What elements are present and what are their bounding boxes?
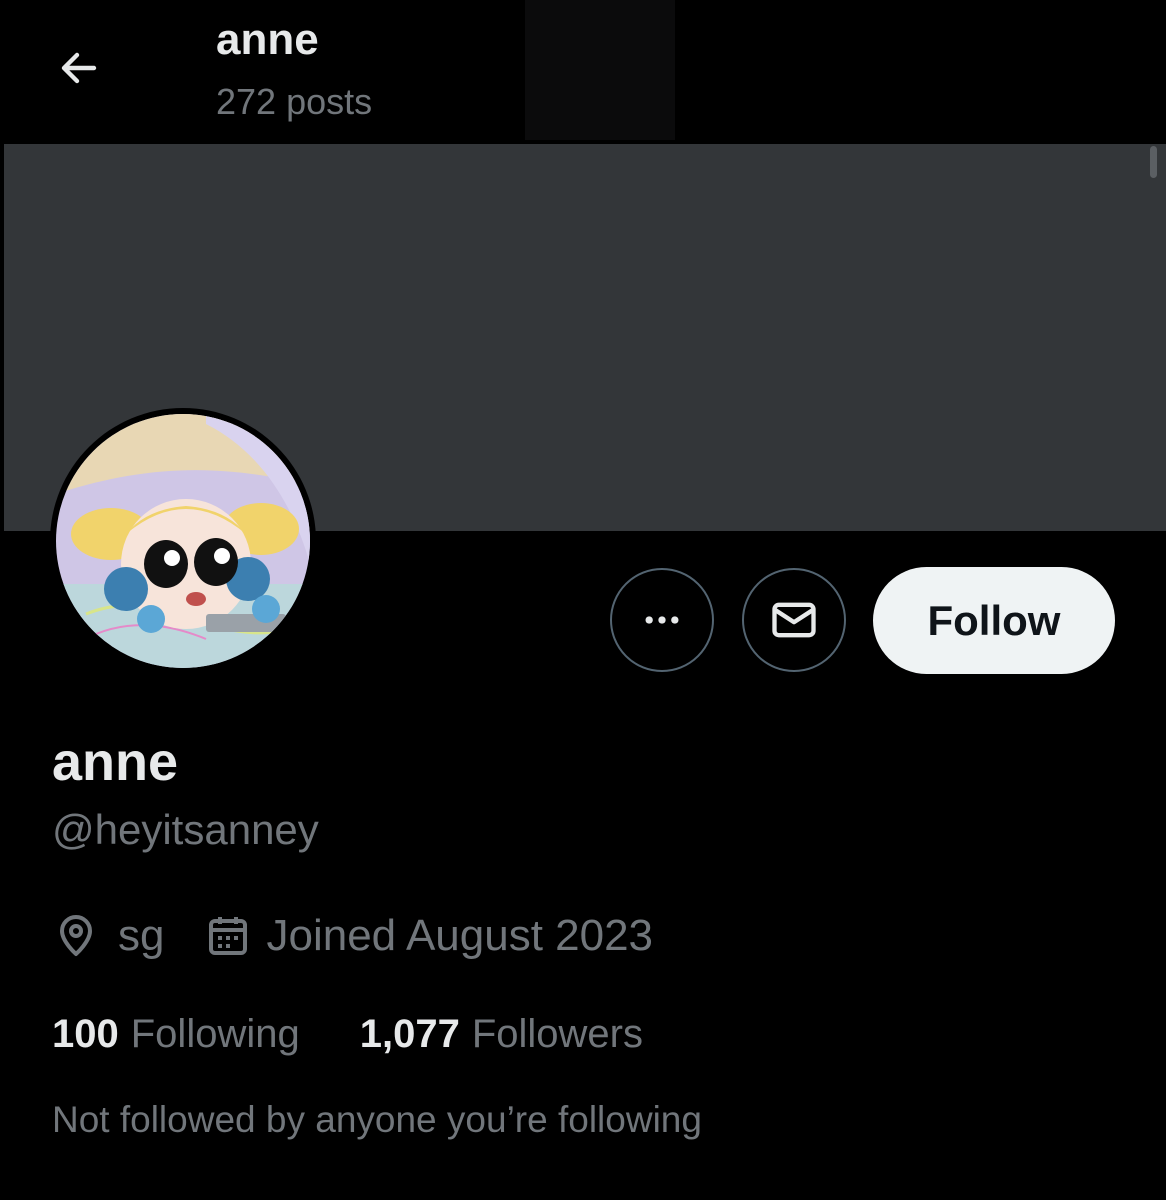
more-horizontal-icon bbox=[645, 616, 679, 624]
more-button[interactable] bbox=[610, 568, 714, 672]
joined-date: Joined August 2023 bbox=[266, 911, 654, 960]
followers-stat[interactable]: 1,077 Followers bbox=[360, 1012, 643, 1057]
follow-button[interactable]: Follow bbox=[873, 567, 1115, 674]
arrow-left-icon bbox=[61, 52, 97, 84]
follow-stats: 100 Following 1,077 Followers bbox=[52, 1008, 643, 1060]
followers-label: Followers bbox=[471, 1011, 643, 1056]
avatar-image bbox=[56, 414, 310, 668]
envelope-icon bbox=[772, 602, 816, 638]
location-text: sg bbox=[118, 911, 165, 960]
scrollbar[interactable] bbox=[1150, 146, 1157, 178]
profile-handle: @heyitsanney bbox=[52, 806, 319, 853]
following-count: 100 bbox=[52, 1011, 119, 1056]
avatar[interactable] bbox=[50, 408, 316, 674]
location-pin-icon bbox=[52, 912, 100, 960]
header-title: anne bbox=[216, 15, 319, 64]
followers-count: 1,077 bbox=[359, 1011, 460, 1056]
back-button[interactable] bbox=[46, 36, 110, 100]
profile-page: anne 272 posts Follow anne @heyitsanney … bbox=[0, 0, 1166, 1200]
profile-meta: sg Joined August 2023 bbox=[52, 908, 653, 964]
header-background-shade bbox=[525, 0, 675, 140]
display-name: anne bbox=[52, 732, 179, 792]
profile-header: anne 272 posts bbox=[0, 0, 1166, 144]
message-button[interactable] bbox=[742, 568, 846, 672]
following-label: Following bbox=[130, 1011, 300, 1056]
following-stat[interactable]: 100 Following bbox=[52, 1012, 300, 1057]
post-count: 272 posts bbox=[216, 81, 373, 122]
calendar-icon bbox=[204, 912, 252, 960]
followed-by-text: Not followed by anyone you’re following bbox=[52, 1099, 702, 1140]
